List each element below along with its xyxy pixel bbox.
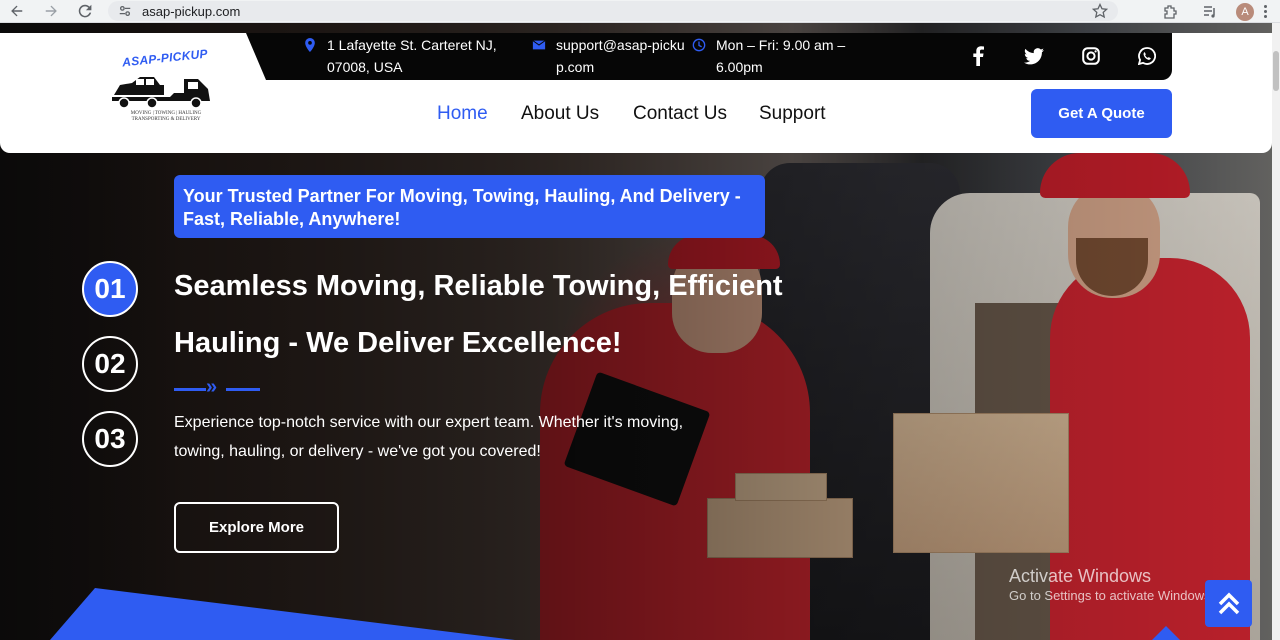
page-scrollbar[interactable] <box>1272 23 1280 640</box>
menu-kebab-icon[interactable] <box>1264 5 1268 18</box>
email-item[interactable]: support@asap-pickup.com <box>532 34 686 78</box>
scroll-to-top-button[interactable] <box>1205 580 1252 627</box>
hours-text: Mon – Fri: 9.00 am – 6.00pm <box>716 37 846 75</box>
instagram-icon[interactable] <box>1080 45 1102 67</box>
facebook-icon[interactable] <box>967 45 989 67</box>
site-header: ASAP-PICKUP MOVING | TOWING | HAULING TR… <box>0 33 1272 153</box>
explore-more-button[interactable]: Explore More <box>174 502 339 553</box>
reload-icon[interactable] <box>76 2 94 20</box>
address-text: 1 Lafayette St. Carteret NJ, 07008, USA <box>327 37 497 75</box>
media-control-icon[interactable] <box>1202 4 1218 20</box>
nav-about-us[interactable]: About Us <box>521 103 599 125</box>
windows-activation-watermark: Activate Windows Go to Settings to activ… <box>1009 565 1214 605</box>
hero-description: Experience top-notch service with our ex… <box>174 414 684 460</box>
hero-headline: Seamless Moving, Reliable Towing, Effici… <box>174 270 783 359</box>
whatsapp-icon[interactable] <box>1136 45 1158 67</box>
watermark-subtitle: Go to Settings to activate Windows. <box>1009 588 1215 603</box>
decorative-blue-triangle <box>50 588 515 640</box>
location-pin-icon <box>305 38 315 52</box>
site-logo[interactable]: ASAP-PICKUP MOVING | TOWING | HAULING TR… <box>108 47 216 131</box>
nav-home[interactable]: Home <box>437 103 488 125</box>
profile-avatar[interactable]: A <box>1236 2 1254 21</box>
top-info-bar: 1 Lafayette St. Carteret NJ, 07008, USA … <box>246 33 1172 80</box>
envelope-icon <box>532 40 546 50</box>
slide-step-02[interactable]: 02 <box>82 336 138 392</box>
twitter-icon[interactable] <box>1023 45 1045 67</box>
hero-tagline: Your Trusted Partner For Moving, Towing,… <box>174 175 765 238</box>
watermark-title: Activate Windows <box>1009 566 1152 586</box>
scrollbar-thumb[interactable] <box>1273 51 1279 91</box>
hours-item: Mon – Fri: 9.00 am – 6.00pm <box>692 34 891 78</box>
double-chevron-icon: » <box>206 376 217 398</box>
nav-contact-us[interactable]: Contact Us <box>633 103 727 125</box>
headline-divider: » <box>174 377 260 397</box>
address-item: 1 Lafayette St. Carteret NJ, 07008, USA <box>303 34 532 78</box>
get-a-quote-button[interactable]: Get A Quote <box>1031 89 1172 138</box>
page-viewport: ASAP-PICKUP MOVING | TOWING | HAULING TR… <box>0 23 1280 640</box>
tow-truck-icon <box>112 77 210 109</box>
double-chevron-up-icon <box>1218 592 1239 614</box>
back-icon[interactable] <box>8 2 26 20</box>
slide-step-03[interactable]: 03 <box>82 411 138 467</box>
email-text[interactable]: support@asap-pickup.com <box>556 34 686 78</box>
forward-icon[interactable] <box>42 2 60 20</box>
url-text: asap-pickup.com <box>142 3 241 19</box>
slide-step-01[interactable]: 01 <box>82 261 138 317</box>
decorative-blue-triangle-small <box>1152 626 1180 640</box>
extensions-icon[interactable] <box>1162 4 1178 20</box>
address-bar[interactable]: asap-pickup.com <box>108 1 1118 21</box>
site-settings-icon[interactable] <box>118 4 132 18</box>
logo-tagline: MOVING | TOWING | HAULING TRANSPORTING &… <box>130 111 202 122</box>
browser-toolbar: asap-pickup.com A <box>0 0 1280 23</box>
bookmark-star-icon[interactable] <box>1092 3 1108 19</box>
clock-icon <box>692 38 706 52</box>
nav-support[interactable]: Support <box>759 103 826 125</box>
